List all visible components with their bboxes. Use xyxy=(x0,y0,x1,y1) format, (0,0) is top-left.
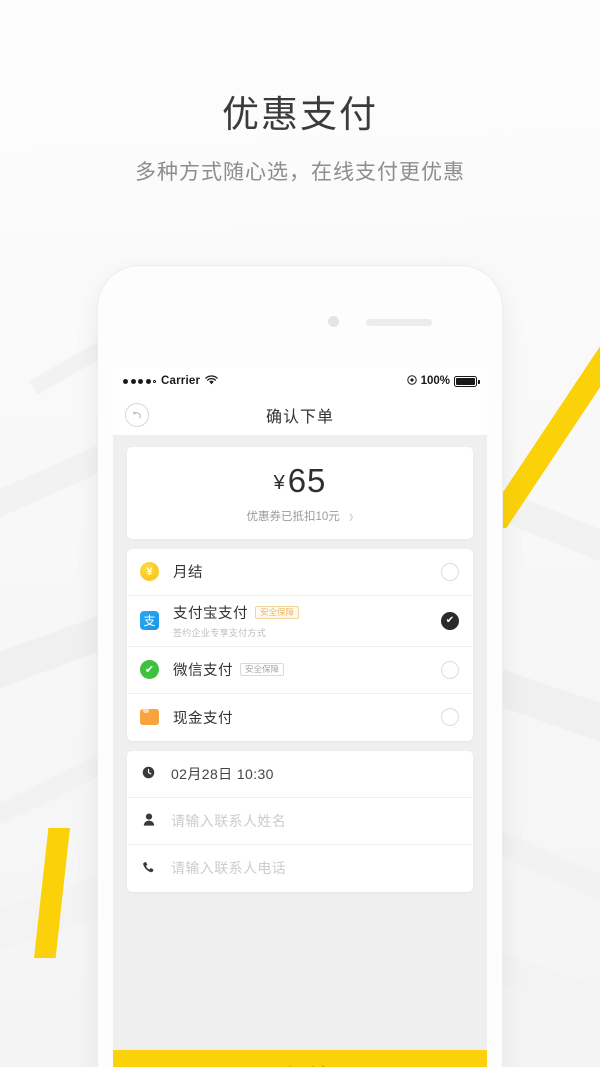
payment-name: 支付宝支付 xyxy=(173,606,248,623)
page-title: 优惠支付 xyxy=(222,94,378,135)
location-icon xyxy=(406,374,417,388)
payment-option-body: 现金支付 xyxy=(173,707,441,728)
phone-icon xyxy=(140,861,157,876)
payment-title-line: 现金支付 xyxy=(173,707,441,728)
payment-name: 月结 xyxy=(173,565,203,582)
coupon-row[interactable]: 优惠券已抵扣10元 › xyxy=(127,505,473,527)
radio-alipay-selected[interactable]: ✔ xyxy=(441,611,459,630)
signal-strength-icon xyxy=(123,378,156,384)
radio-monthly[interactable] xyxy=(441,562,459,581)
payment-option-cash[interactable]: 现金支付 xyxy=(127,694,473,741)
payment-methods-card: ¥ 月结 支 支付宝支付 安全保障 签约企业专享支付方式 ✔ ✔ 微信支付 安全… xyxy=(127,548,473,741)
security-badge: 安全保障 xyxy=(255,605,300,620)
clock-icon xyxy=(140,766,157,781)
battery-percent-label: 100% xyxy=(420,375,450,387)
earpiece-speaker xyxy=(366,319,432,326)
wifi-icon xyxy=(205,375,218,387)
contact-name-row[interactable]: 请输入联系人姓名 xyxy=(127,798,473,845)
payment-option-body: 月结 xyxy=(173,561,441,582)
monthly-settlement-coin-icon: ¥ xyxy=(140,562,159,582)
status-bar: Carrier 100% xyxy=(113,368,487,394)
person-icon xyxy=(140,813,157,828)
payment-option-body: 微信支付 安全保障 xyxy=(173,659,441,680)
screen-content: ¥65 优惠券已抵扣10元 › ¥ 月结 支 支付宝支付 安全保障 签约企业专享… xyxy=(113,436,487,1067)
contact-phone-row[interactable]: 请输入联系人电话 xyxy=(127,845,473,892)
amount-value: 65 xyxy=(287,462,327,499)
coupon-label: 优惠券已抵扣10元 xyxy=(246,510,340,523)
payment-option-wechat[interactable]: ✔ 微信支付 安全保障 xyxy=(127,647,473,694)
radio-wechat[interactable] xyxy=(441,660,459,679)
carrier-label: Carrier xyxy=(161,375,201,387)
currency-symbol: ¥ xyxy=(273,472,286,494)
payment-title-line: 微信支付 安全保障 xyxy=(173,659,441,680)
nav-title: 确认下单 xyxy=(265,408,334,426)
battery-icon xyxy=(454,375,480,387)
phone-mockup: Carrier 100% 确认下单 ¥65 优惠券已抵扣10元 › ¥ 月结 支… xyxy=(98,266,502,1067)
back-button[interactable] xyxy=(125,402,149,427)
call-car-button[interactable]: 马上叫车 xyxy=(113,1050,487,1067)
alipay-icon: 支 xyxy=(140,611,159,631)
wechat-pay-icon: ✔ xyxy=(140,660,159,680)
payment-title-line: 月结 xyxy=(173,561,441,582)
pickup-time-value: 02月28日 10:30 xyxy=(171,765,274,782)
cash-wallet-icon xyxy=(140,708,159,727)
phone-top-bezel xyxy=(98,266,502,368)
payment-option-body: 支付宝支付 安全保障 签约企业专享支付方式 xyxy=(173,602,441,639)
payment-name: 微信支付 xyxy=(173,663,233,680)
back-arrow-icon xyxy=(132,411,141,419)
page-subtitle: 多种方式随心选，在线支付更优惠 xyxy=(135,161,465,184)
cards-container: ¥65 优惠券已抵扣10元 › ¥ 月结 支 支付宝支付 安全保障 签约企业专享… xyxy=(113,436,487,892)
payment-subtitle: 签约企业专享支付方式 xyxy=(173,628,267,639)
contact-phone-placeholder: 请输入联系人电话 xyxy=(171,860,287,877)
payment-option-alipay[interactable]: 支 支付宝支付 安全保障 签约企业专享支付方式 ✔ xyxy=(127,596,473,647)
payment-option-monthly[interactable]: ¥ 月结 xyxy=(127,549,473,596)
price-card[interactable]: ¥65 优惠券已抵扣10元 › xyxy=(127,447,473,539)
payment-title-line: 支付宝支付 安全保障 xyxy=(173,602,441,623)
front-camera-icon xyxy=(328,316,339,327)
navigation-bar: 确认下单 xyxy=(113,394,487,436)
phone-screen: Carrier 100% 确认下单 ¥65 优惠券已抵扣10元 › ¥ 月结 支… xyxy=(113,368,487,1067)
payment-name: 现金支付 xyxy=(173,710,233,727)
price-amount: ¥65 xyxy=(127,462,473,499)
chevron-right-icon: › xyxy=(348,505,354,527)
contact-name-placeholder: 请输入联系人姓名 xyxy=(171,812,287,829)
status-bar-left: Carrier xyxy=(123,375,218,387)
order-details-card: 02月28日 10:30 请输入联系人姓名 请输入联系人电话 xyxy=(127,750,473,892)
status-bar-right: 100% xyxy=(406,374,480,388)
radio-cash[interactable] xyxy=(441,708,459,727)
security-badge: 安全保障 xyxy=(240,662,285,677)
pickup-time-row[interactable]: 02月28日 10:30 xyxy=(127,751,473,798)
